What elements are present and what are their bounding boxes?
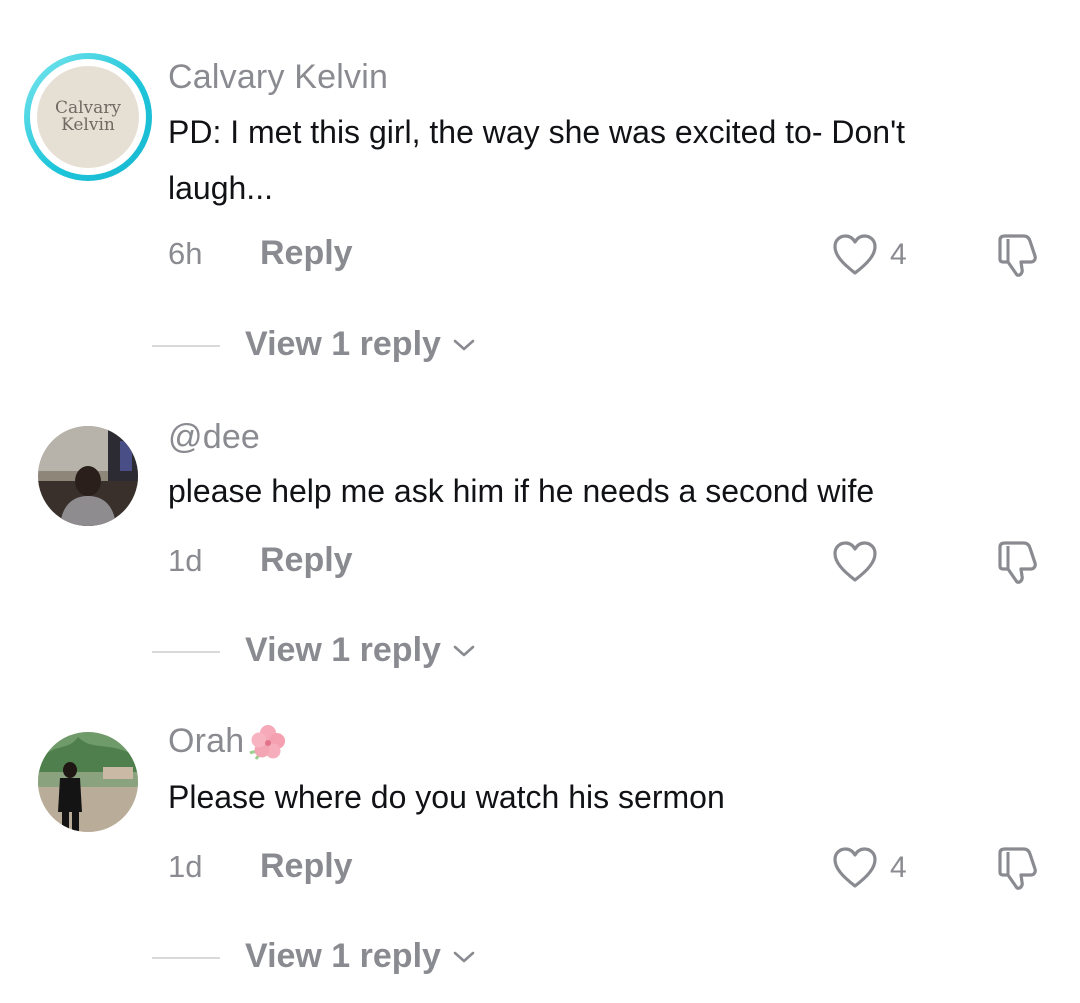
view-replies-label: View 1 reply: [245, 325, 441, 363]
avatar-photo: [38, 732, 138, 832]
avatar-logo-text: Kelvin: [61, 115, 115, 135]
chevron-down-icon: [453, 339, 475, 350]
divider: [152, 957, 220, 959]
divider: [152, 651, 220, 653]
comment-username[interactable]: Orah: [168, 722, 286, 763]
avatar-ring: Calvary Kelvin: [30, 59, 146, 175]
avatar[interactable]: [38, 732, 138, 832]
comment-text-line: Please where do you watch his sermon: [168, 779, 725, 815]
hibiscus-icon: [249, 725, 286, 760]
comment-timestamp: 6h: [168, 236, 203, 271]
thumbs-down-icon[interactable]: [994, 232, 1042, 278]
comment-text-line: PD: I met this girl, the way she was exc…: [168, 114, 906, 150]
comment-text-line: laugh...: [168, 170, 273, 206]
view-replies-button[interactable]: View 1 reply: [245, 631, 475, 670]
view-replies-button[interactable]: View 1 reply: [245, 325, 475, 364]
avatar[interactable]: Calvary Kelvin: [24, 53, 152, 181]
reply-button[interactable]: Reply: [260, 234, 353, 273]
view-replies-label: View 1 reply: [245, 937, 441, 975]
comment-username[interactable]: Calvary Kelvin: [168, 58, 388, 97]
username-text: Orah: [168, 722, 245, 760]
like-count: 4: [890, 851, 907, 884]
comment-text: Please where do you watch his sermon: [168, 769, 1008, 825]
avatar[interactable]: [38, 426, 138, 526]
divider: [152, 345, 220, 347]
comment-text: PD: I met this girl, the way she was exc…: [168, 104, 1008, 216]
thumbs-down-icon[interactable]: [994, 539, 1042, 585]
avatar-logo: Calvary Kelvin: [37, 66, 139, 168]
like-count: 4: [890, 238, 907, 271]
reply-button[interactable]: Reply: [260, 541, 353, 580]
heart-icon[interactable]: [832, 233, 878, 277]
chevron-down-icon: [453, 951, 475, 962]
heart-icon[interactable]: [832, 540, 878, 584]
view-replies-label: View 1 reply: [245, 631, 441, 669]
heart-icon[interactable]: [832, 846, 878, 890]
avatar-photo: [38, 426, 138, 526]
comment-timestamp: 1d: [168, 849, 203, 884]
comment-text: please help me ask him if he needs a sec…: [168, 463, 1008, 519]
thumbs-down-icon[interactable]: [994, 845, 1042, 891]
reply-button[interactable]: Reply: [260, 847, 353, 886]
comment-text-line: please help me ask him if he needs a sec…: [168, 473, 875, 509]
comment-timestamp: 1d: [168, 543, 203, 578]
chevron-down-icon: [453, 645, 475, 656]
view-replies-button[interactable]: View 1 reply: [245, 937, 475, 976]
comment-username[interactable]: @dee: [168, 418, 260, 457]
